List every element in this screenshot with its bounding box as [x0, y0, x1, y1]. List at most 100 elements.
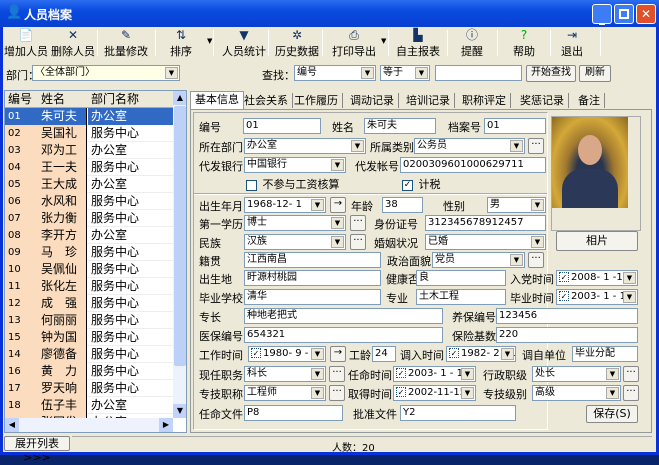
level-more-button[interactable]: ···: [623, 385, 639, 401]
search-input[interactable]: [435, 65, 522, 81]
chevron-down-icon[interactable]: ▼: [606, 368, 619, 380]
list-item[interactable]: 02 吴国礼 服务中心: [5, 125, 173, 142]
list-item[interactable]: 18 伍子丰 办公室: [5, 397, 173, 414]
chevron-down-icon[interactable]: ▼: [531, 236, 544, 248]
skill-input[interactable]: 种地老把式: [244, 308, 443, 324]
post-more-button[interactable]: ···: [329, 366, 345, 382]
category-more-button[interactable]: ···: [528, 138, 544, 154]
list-item[interactable]: 14 廖德备 服务中心: [5, 346, 173, 363]
appoint-date-picker[interactable]: ✓ 2003- 1 - 1 ▼: [393, 366, 476, 382]
list-item[interactable]: 01 朱可夫 办公室: [5, 108, 173, 125]
chevron-down-icon[interactable]: ▼: [331, 217, 344, 229]
tab-6[interactable]: 职称评定: [458, 93, 511, 108]
scroll-up-icon[interactable]: ▲: [173, 91, 186, 105]
chevron-down-icon[interactable]: ▼: [311, 368, 324, 380]
expand-list-button[interactable]: 展开列表>>>: [4, 436, 70, 464]
health-input[interactable]: 良: [416, 270, 506, 286]
origin-input[interactable]: 江西南昌: [244, 252, 381, 268]
calc-seniority-button[interactable]: →: [330, 346, 346, 362]
list-item[interactable]: 17 罗天响 服务中心: [5, 380, 173, 397]
medical-input[interactable]: 654321: [244, 327, 443, 343]
list-item[interactable]: 08 李开方 办公室: [5, 227, 173, 244]
chevron-down-icon[interactable]: ▼: [311, 348, 324, 360]
chevron-down-icon[interactable]: ▼: [331, 159, 344, 171]
political-more-button[interactable]: ···: [528, 252, 544, 268]
date-enabled-checkbox[interactable]: ✓: [559, 272, 569, 282]
list-item[interactable]: 15 钟为国 服务中心: [5, 329, 173, 346]
title-select[interactable]: 工程师 ▼: [244, 385, 326, 401]
chevron-down-icon[interactable]: ▼: [606, 387, 619, 399]
admin-select[interactable]: 处长 ▼: [532, 366, 621, 382]
chevron-down-icon[interactable]: ▼: [623, 291, 636, 303]
marriage-select[interactable]: 已婚 ▼: [425, 234, 546, 250]
chevron-down-icon[interactable]: ▼: [311, 387, 324, 399]
chevron-down-icon[interactable]: ▼: [461, 387, 474, 399]
list-item[interactable]: 04 王一夫 服务中心: [5, 159, 173, 176]
chevron-down-icon[interactable]: ▼: [501, 348, 514, 360]
dept-filter-select[interactable]: 〈全体部门〉 ▼: [32, 65, 180, 81]
account-input[interactable]: 0200309601000629711: [400, 157, 546, 173]
date-enabled-checkbox[interactable]: ✓: [559, 291, 569, 301]
chevron-down-icon[interactable]: ▼: [510, 140, 523, 152]
pension-input[interactable]: 123456: [496, 308, 638, 324]
transfer-date-picker[interactable]: ✓ 1982- 2 - 1 ▼: [446, 346, 516, 362]
political-select[interactable]: 党员 ▼: [432, 252, 525, 268]
toolbar-button-history[interactable]: ✲ 历史数据: [273, 28, 321, 58]
list-item[interactable]: 05 王大成 办公室: [5, 176, 173, 193]
category-select[interactable]: 公务员 ▼: [414, 138, 525, 154]
find-field-select[interactable]: 编号 ▼: [294, 65, 376, 81]
date-enabled-checkbox[interactable]: ✓: [449, 348, 459, 358]
file-input[interactable]: 01: [484, 118, 546, 134]
date-enabled-checkbox[interactable]: ✓: [396, 368, 406, 378]
list-item[interactable]: 16 黄 力服务中心: [5, 363, 173, 380]
chevron-down-icon[interactable]: ▼: [461, 368, 474, 380]
list-item[interactable]: 07 张力衡 服务中心: [5, 210, 173, 227]
scroll-down-icon[interactable]: ▼: [173, 404, 186, 418]
nation-select[interactable]: 汉族 ▼: [244, 234, 346, 250]
dept-select[interactable]: 办公室 ▼: [244, 138, 366, 154]
sort-dropdown-icon[interactable]: ▼: [207, 37, 212, 45]
list-item[interactable]: 10 吴佩仙 服务中心: [5, 261, 173, 278]
birthplace-input[interactable]: 盱源村桃园: [244, 270, 381, 286]
obtain-date-picker[interactable]: ✓ 2002-11-15 ▼: [393, 385, 476, 401]
toolbar-button-statistics[interactable]: ▼ 人员统计: [220, 28, 268, 58]
list-item[interactable]: 13 何丽丽 服务中心: [5, 312, 173, 329]
photo-button[interactable]: 相片: [556, 231, 638, 251]
maximize-button[interactable]: [614, 4, 634, 24]
idcard-input[interactable]: 312345678912457: [425, 215, 546, 231]
edu-more-button[interactable]: ···: [350, 215, 366, 231]
toolbar-button-printer[interactable]: ⎙ 打印导出: [328, 28, 380, 58]
date-enabled-checkbox[interactable]: ✓: [396, 387, 406, 397]
chevron-down-icon[interactable]: ▼: [311, 199, 324, 211]
age-input[interactable]: 38: [382, 197, 423, 213]
birth-select[interactable]: 1968-12- 1 ▼: [244, 197, 326, 213]
date-enabled-checkbox[interactable]: ✓: [251, 348, 261, 358]
list-item[interactable]: 06 水风和 服务中心: [5, 193, 173, 210]
approve-input[interactable]: Y2: [400, 405, 516, 421]
insbase-input[interactable]: 220: [496, 327, 638, 343]
start-search-button[interactable]: 开始查找: [526, 65, 576, 82]
tab-4[interactable]: 调动记录: [346, 93, 399, 108]
major-input[interactable]: 土木工程: [416, 289, 506, 305]
seniority-input[interactable]: 24: [372, 346, 396, 362]
column-header-dept[interactable]: 部门名称: [91, 91, 139, 108]
list-item[interactable]: 11 张化左 服务中心: [5, 278, 173, 295]
work-date-picker[interactable]: ✓ 1980- 9 - 1 ▼: [248, 346, 326, 362]
checkbox-checked-icon[interactable]: ✓: [402, 179, 413, 191]
toolbar-button-batch-edit[interactable]: ✎ 批量修改: [100, 28, 152, 58]
chevron-down-icon[interactable]: ▼: [331, 236, 344, 248]
tab-8[interactable]: 备注: [574, 93, 605, 108]
post-select[interactable]: 科长 ▼: [244, 366, 326, 382]
name-input[interactable]: 朱可夫: [364, 118, 436, 134]
chevron-down-icon[interactable]: ▼: [351, 140, 364, 152]
chevron-down-icon[interactable]: ▼: [510, 254, 523, 266]
nation-more-button[interactable]: ···: [350, 234, 366, 250]
tax-checkbox[interactable]: ✓ 计税: [402, 176, 441, 192]
save-button[interactable]: 保存(S): [586, 405, 638, 423]
edu-select[interactable]: 博士 ▼: [244, 215, 346, 231]
grad-date-picker[interactable]: ✓ 2003- 1 - 1 ▼: [556, 289, 638, 305]
title-more-button[interactable]: ···: [329, 385, 345, 401]
vertical-scrollbar[interactable]: ▲ ▼: [173, 91, 186, 418]
list-item[interactable]: 03 邓为工 办公室: [5, 142, 173, 159]
no-payroll-checkbox[interactable]: 不参与工资核算: [246, 176, 340, 192]
